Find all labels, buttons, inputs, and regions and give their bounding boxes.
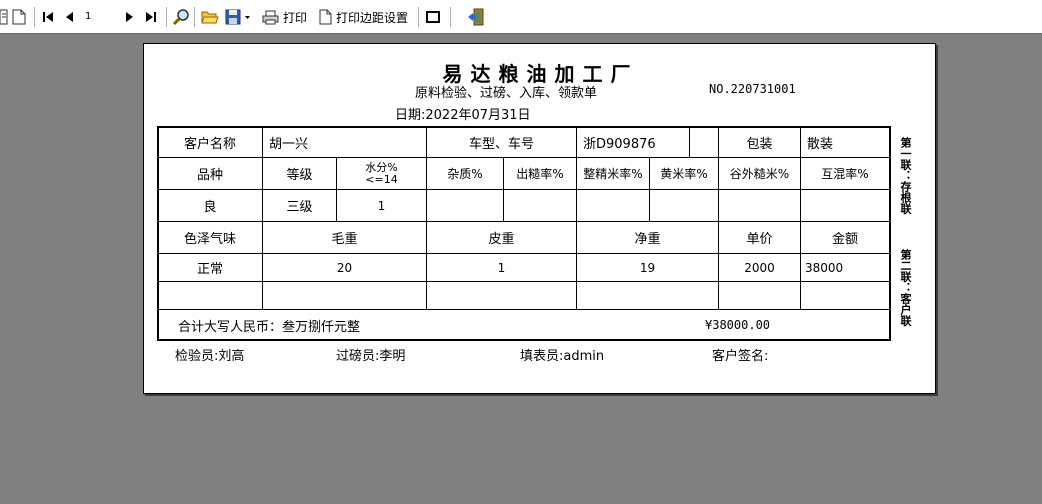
color-odor-header: 色泽气味: [183, 232, 236, 247]
folder-open-icon: [201, 11, 219, 24]
unit-price-header: 单价: [746, 232, 773, 247]
report-date: 日期:2022年07月31日: [395, 108, 531, 123]
moisture-header-line1: 水分%: [365, 160, 398, 174]
variety-value: 良: [203, 200, 217, 215]
unit-price-value: 2000: [744, 260, 775, 275]
brown-rice-rate-header: 出糙率%: [516, 167, 564, 181]
moisture-header: 水分% <=14: [337, 158, 426, 189]
mixed-rate-header: 互混率%: [821, 167, 869, 181]
magnifier-icon: [172, 9, 189, 26]
weigher: 过磅员:李明: [336, 349, 406, 364]
variety-header: 品种: [196, 168, 223, 183]
margin-settings-label: 打印边距设置: [336, 10, 409, 25]
square-frame-icon: [426, 11, 440, 23]
previous-page-button[interactable]: [63, 6, 75, 28]
last-page-icon: [146, 12, 156, 22]
floppy-disk-icon: [225, 9, 241, 25]
next-page-button[interactable]: [123, 6, 135, 28]
impurity-header: 杂质%: [447, 167, 483, 181]
document-number: NO.220731001: [709, 82, 796, 96]
color-odor-value: 正常: [196, 262, 223, 277]
save-dropdown-button[interactable]: [244, 6, 251, 28]
margin-settings-button[interactable]: 打印边距设置: [319, 6, 408, 28]
customer-name-value: 胡一兴: [269, 136, 309, 152]
print-label: 打印: [283, 10, 308, 25]
customer-name-label: 客户名称: [183, 136, 236, 152]
previous-page-icon: [66, 12, 73, 22]
print-button[interactable]: 打印: [262, 6, 307, 28]
zoom-button[interactable]: [172, 6, 190, 28]
exit-button[interactable]: [467, 6, 485, 28]
chevron-down-icon: [245, 16, 250, 19]
moisture-header-line2: <=14: [365, 172, 398, 186]
print-preview-page: 易达粮油加工厂 原料检验、过磅、入库、领款单 NO.220731001 日期:2…: [143, 43, 936, 394]
document-icon: [12, 9, 26, 25]
new-page-button[interactable]: [12, 6, 26, 28]
amount-value: 38000: [805, 260, 844, 275]
open-button[interactable]: [201, 6, 219, 28]
foreign-brown-rice-header: 谷外糙米%: [729, 167, 790, 181]
total-amount: ¥38000.00: [705, 318, 771, 332]
gross-weight-value: 20: [336, 260, 353, 275]
save-button[interactable]: [225, 6, 241, 28]
first-page-button[interactable]: [41, 6, 55, 28]
package-value: 散装: [807, 136, 834, 152]
net-weight-value: 19: [639, 260, 656, 275]
total-in-words: 合计大写人民币：叁万捌仟元整: [178, 319, 361, 335]
exit-door-icon: [468, 8, 484, 26]
page-setup-icon: [319, 9, 332, 25]
tare-weight-header: 皮重: [488, 232, 515, 247]
package-label: 包装: [746, 136, 773, 152]
amount-header: 金额: [831, 232, 858, 247]
next-page-icon: [126, 12, 133, 22]
page-number-input[interactable]: [81, 8, 115, 25]
vehicle-value: 浙D909876: [583, 136, 656, 152]
page-setup-button[interactable]: [0, 6, 8, 28]
tare-weight-value: 1: [497, 260, 506, 275]
moisture-value: 1: [377, 198, 386, 213]
last-page-button[interactable]: [144, 6, 158, 28]
printer-icon: [262, 10, 279, 24]
report-subtitle: 原料检验、过磅、入库、领款单: [415, 86, 598, 101]
form-filler: 填表员:admin: [520, 349, 605, 364]
net-weight-header: 净重: [634, 232, 661, 247]
copy-label-stub: 第一联：存根联: [899, 137, 912, 214]
vehicle-label: 车型、车号: [468, 136, 534, 152]
customer-signature: 客户签名:: [712, 349, 769, 364]
grade-value: 三级: [286, 200, 313, 215]
yellow-rice-rate-header: 黄米率%: [660, 167, 708, 181]
milled-rice-rate-header: 整精米率%: [583, 167, 643, 181]
copy-label-customer: 第二联：客户联: [899, 249, 912, 326]
inspector: 检验员:刘高: [175, 349, 245, 364]
fullscreen-button[interactable]: [425, 6, 441, 28]
preview-toolbar: 打印 打印边距设置: [0, 0, 1042, 34]
gross-weight-header: 毛重: [331, 232, 358, 247]
page-icon: [0, 9, 8, 25]
first-page-icon: [43, 12, 53, 22]
grade-header: 等级: [286, 168, 313, 183]
